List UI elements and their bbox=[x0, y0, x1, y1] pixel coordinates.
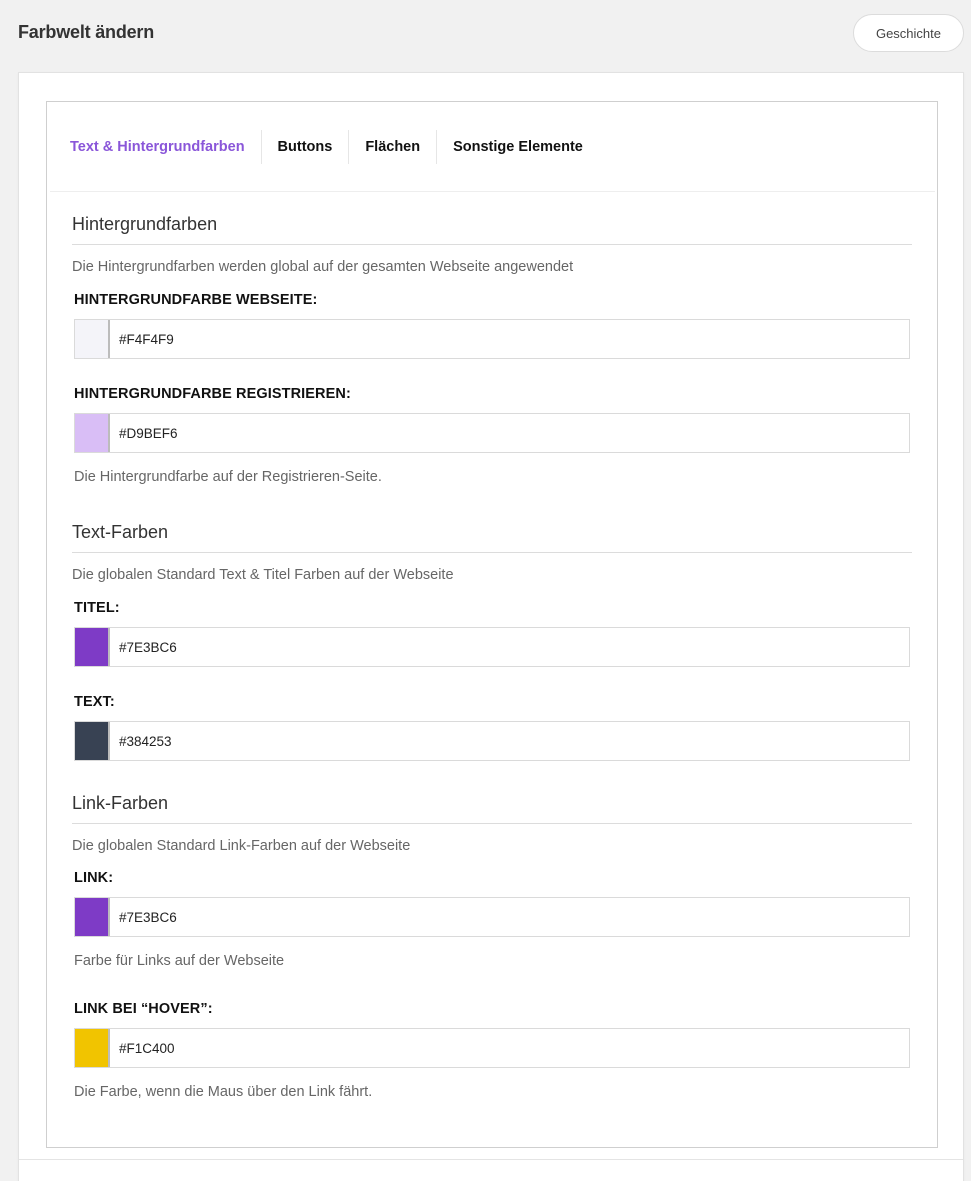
color-input bbox=[74, 413, 910, 453]
color-swatch[interactable] bbox=[75, 628, 110, 666]
color-input bbox=[74, 721, 910, 761]
color-swatch[interactable] bbox=[75, 722, 110, 760]
field-title-color: TITEL: bbox=[74, 600, 910, 667]
section-text-colors: Text-Farben Die globalen Standard Text &… bbox=[72, 522, 912, 583]
hex-input[interactable] bbox=[110, 628, 909, 666]
hex-input[interactable] bbox=[110, 320, 909, 358]
section-title: Text-Farben bbox=[72, 522, 912, 553]
tab-other-elements[interactable]: Sonstige Elemente bbox=[437, 130, 599, 164]
tab-text-background[interactable]: Text & Hintergrundfarben bbox=[50, 129, 262, 164]
color-input bbox=[74, 897, 910, 937]
help-text: Die Farbe, wenn die Maus über den Link f… bbox=[74, 1084, 373, 1100]
section-description: Die globalen Standard Text & Titel Farbe… bbox=[72, 567, 454, 583]
color-settings-panel: Text & Hintergrundfarben Buttons Flächen… bbox=[46, 101, 938, 1148]
help-text: Farbe für Links auf der Webseite bbox=[74, 953, 285, 969]
section-title: Link-Farben bbox=[72, 793, 912, 824]
color-input bbox=[74, 627, 910, 667]
card-divider bbox=[19, 1159, 963, 1160]
color-swatch[interactable] bbox=[75, 320, 110, 358]
field-register-background: HINTERGRUNDFARBE REGISTRIEREN: bbox=[74, 386, 910, 453]
hex-input[interactable] bbox=[110, 414, 909, 452]
help-text: Die Hintergrundfarbe auf der Registriere… bbox=[74, 469, 382, 485]
field-label: LINK BEI “HOVER”: bbox=[74, 1001, 213, 1017]
section-description: Die Hintergrundfarben werden global auf … bbox=[72, 259, 574, 275]
color-swatch[interactable] bbox=[75, 414, 110, 452]
hex-input[interactable] bbox=[110, 898, 909, 936]
section-link-colors: Link-Farben Die globalen Standard Link-F… bbox=[72, 793, 912, 854]
page-header: Farbwelt ändern Geschichte bbox=[0, 0, 971, 70]
field-link-color: LINK: bbox=[74, 870, 910, 937]
hex-input[interactable] bbox=[110, 722, 909, 760]
hex-input[interactable] bbox=[110, 1029, 909, 1067]
section-background-colors: Hintergrundfarben Die Hintergrundfarben … bbox=[72, 214, 912, 275]
color-input bbox=[74, 319, 910, 359]
color-input bbox=[74, 1028, 910, 1068]
color-swatch[interactable] bbox=[75, 898, 110, 936]
section-title: Hintergrundfarben bbox=[72, 214, 912, 245]
field-link-hover-color: LINK BEI “HOVER”: bbox=[74, 1001, 910, 1068]
page-title: Farbwelt ändern bbox=[18, 22, 155, 42]
field-text-color: TEXT: bbox=[74, 694, 910, 761]
field-website-background: HINTERGRUNDFARBE WEBSEITE: bbox=[74, 292, 910, 359]
history-button[interactable]: Geschichte bbox=[853, 14, 964, 52]
field-label: HINTERGRUNDFARBE REGISTRIEREN: bbox=[74, 386, 351, 402]
settings-card: Text & Hintergrundfarben Buttons Flächen… bbox=[18, 72, 964, 1181]
tab-surfaces[interactable]: Flächen bbox=[349, 129, 438, 164]
field-label: TITEL: bbox=[74, 600, 120, 616]
field-label: TEXT: bbox=[74, 694, 115, 710]
field-label: HINTERGRUNDFARBE WEBSEITE: bbox=[74, 292, 318, 308]
section-description: Die globalen Standard Link-Farben auf de… bbox=[72, 838, 411, 854]
tab-bar: Text & Hintergrundfarben Buttons Flächen… bbox=[50, 102, 935, 192]
tab-buttons[interactable]: Buttons bbox=[262, 129, 350, 164]
color-swatch[interactable] bbox=[75, 1029, 110, 1067]
field-label: LINK: bbox=[74, 870, 114, 886]
